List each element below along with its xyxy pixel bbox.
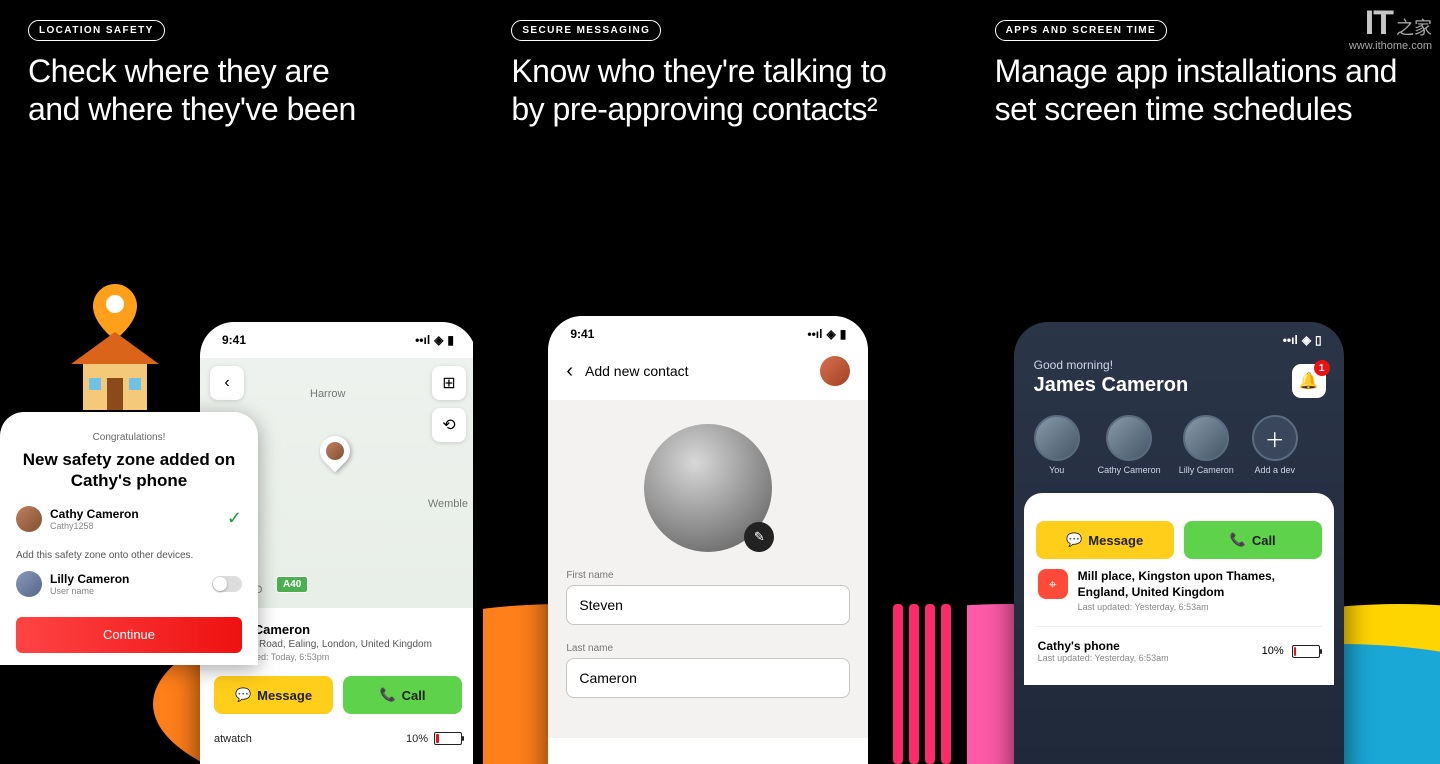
house-pin-illustration — [55, 280, 175, 420]
device-updated: Last updated: Yesterday, 6:53am — [1038, 653, 1169, 663]
person-row-cathy: Cathy Cameron Cathy1258 ✓ — [16, 506, 242, 532]
notifications-button[interactable]: 🔔 1 — [1292, 364, 1326, 398]
message-button[interactable]: 💬Message — [1036, 521, 1174, 559]
family-member-you[interactable]: You — [1034, 415, 1080, 475]
bell-icon: 🔔 — [1299, 371, 1319, 391]
wifi-icon: ◈ — [1302, 333, 1311, 347]
message-button[interactable]: 💬Message — [214, 676, 333, 714]
battery-icon — [1292, 645, 1320, 658]
add-device[interactable]: ＋Add a dev — [1252, 415, 1298, 475]
phone-dashboard: ••ıl ◈ ▯ 🔔 1 Good morning! James Cameron… — [1014, 322, 1344, 764]
header-title: Add new contact — [585, 363, 689, 379]
category-tag: SECURE MESSAGING — [511, 20, 661, 41]
avatar-icon — [16, 506, 42, 532]
map-layers-icon[interactable]: ⊞ — [432, 366, 466, 400]
panel-secure-messaging: SECURE MESSAGING Know who they're talkin… — [483, 0, 956, 764]
message-icon: 💬 — [1066, 532, 1082, 548]
phone-add-contact: 9:41 ••ıl ◈ ▮ ‹ Add new contact ✎ First … — [548, 316, 868, 764]
signal-icon: ••ıl — [415, 333, 430, 347]
last-name-label: Last name — [566, 643, 850, 654]
location-title: Mill place, Kingston upon Thames, Englan… — [1078, 569, 1320, 600]
user-name: James Cameron — [1034, 374, 1324, 397]
last-name-input[interactable] — [566, 658, 850, 698]
panel-apps-screen-time: APPS AND SCREEN TIME Manage app installa… — [967, 0, 1440, 764]
screen-header: ‹ Add new contact — [548, 352, 868, 400]
status-time: 9:41 — [222, 333, 246, 347]
device-name: Cathy's phone — [1038, 639, 1169, 653]
first-name-input[interactable] — [566, 585, 850, 625]
device-label: atwatch — [214, 733, 252, 745]
card-title: New safety zone added on Cathy's phone — [16, 449, 242, 492]
avatar-icon[interactable] — [820, 356, 850, 386]
refresh-icon[interactable]: ⟲ — [432, 408, 466, 442]
dashboard-sheet: 💬Message 📞Call ⌖ Mill place, Kingston up… — [1024, 493, 1334, 685]
divider — [1036, 626, 1322, 627]
signal-icon: ••ıl — [1283, 333, 1298, 347]
family-carousel[interactable]: You Cathy Cameron Lilly Cameron ＋Add a d… — [1014, 397, 1344, 485]
toggle-switch[interactable] — [212, 576, 242, 592]
person-handle: Cathy1258 — [50, 521, 139, 531]
greeting-text: Good morning! — [1034, 358, 1324, 372]
first-name-label: First name — [566, 570, 850, 581]
decor-bars — [893, 604, 957, 764]
safety-zone-card: Congratulations! New safety zone added o… — [0, 412, 258, 665]
avatar-icon — [1183, 415, 1229, 461]
back-button[interactable]: ‹ — [210, 366, 244, 400]
person-sub: User name — [50, 586, 129, 596]
family-member-cathy[interactable]: Cathy Cameron — [1098, 415, 1161, 475]
person-row-lilly[interactable]: Lilly Cameron User name — [16, 571, 242, 597]
status-bar: ••ıl ◈ ▯ — [1014, 322, 1344, 358]
phone-icon: 📞 — [1230, 532, 1246, 548]
avatar-icon — [1106, 415, 1152, 461]
panel-location-safety: LOCATION SAFETY Check where they are and… — [0, 0, 473, 764]
plus-icon: ＋ — [1252, 415, 1298, 461]
location-updated: Last updated: Yesterday, 6:53am — [1078, 602, 1320, 612]
edit-icon[interactable]: ✎ — [744, 522, 774, 552]
map-label: Harrow — [310, 388, 345, 400]
avatar-icon — [1034, 415, 1080, 461]
phone-icon: 📞 — [379, 687, 395, 703]
check-icon: ✓ — [227, 508, 242, 529]
family-member-lilly[interactable]: Lilly Cameron — [1179, 415, 1234, 475]
wifi-icon: ◈ — [434, 333, 443, 347]
message-icon: 💬 — [235, 687, 251, 703]
wifi-icon: ◈ — [826, 327, 835, 341]
call-button[interactable]: 📞Call — [343, 676, 462, 714]
headline: Check where they are and where they've b… — [28, 53, 473, 129]
person-name: Cathy Cameron — [50, 507, 139, 521]
avatar-icon — [16, 571, 42, 597]
road-badge: A40 — [276, 576, 308, 593]
person-name: Lilly Cameron — [50, 572, 129, 586]
device-row[interactable]: Cathy's phone Last updated: Yesterday, 6… — [1036, 631, 1322, 671]
status-time — [1036, 333, 1039, 347]
continue-button[interactable]: Continue — [16, 617, 242, 653]
status-bar: 9:41 ••ıl ◈ ▮ — [200, 322, 473, 358]
status-bar: 9:41 ••ıl ◈ ▮ — [548, 316, 868, 352]
location-row[interactable]: ⌖ Mill place, Kingston upon Thames, Engl… — [1036, 559, 1322, 622]
location-icon: ⌖ — [1038, 569, 1068, 599]
back-icon[interactable]: ‹ — [566, 360, 573, 383]
category-tag: LOCATION SAFETY — [28, 20, 165, 41]
battery-icon: ▮ — [840, 327, 847, 341]
headline: Know who they're talking to by pre-appro… — [511, 53, 956, 129]
battery-icon: ▮ — [447, 333, 454, 347]
map-label: Wemble — [428, 498, 468, 510]
status-time: 9:41 — [570, 327, 594, 341]
badge-count: 1 — [1314, 360, 1330, 376]
category-tag: APPS AND SCREEN TIME — [995, 20, 1167, 41]
watermark: IT 之家 www.ithome.com — [1349, 8, 1432, 52]
battery-icon: ▯ — [1315, 333, 1322, 347]
call-button[interactable]: 📞Call — [1184, 521, 1322, 559]
signal-icon: ••ıl — [807, 327, 822, 341]
battery-icon — [434, 732, 462, 745]
contact-photo[interactable]: ✎ — [644, 424, 772, 552]
battery-percent: 10% — [1262, 645, 1284, 657]
headline: Manage app installations and set screen … — [995, 53, 1440, 129]
hint-text: Add this safety zone onto other devices. — [16, 550, 242, 561]
congrats-label: Congratulations! — [16, 432, 242, 443]
contact-form: ✎ First name Last name — [548, 400, 868, 738]
battery-percent: 10% — [406, 733, 428, 745]
